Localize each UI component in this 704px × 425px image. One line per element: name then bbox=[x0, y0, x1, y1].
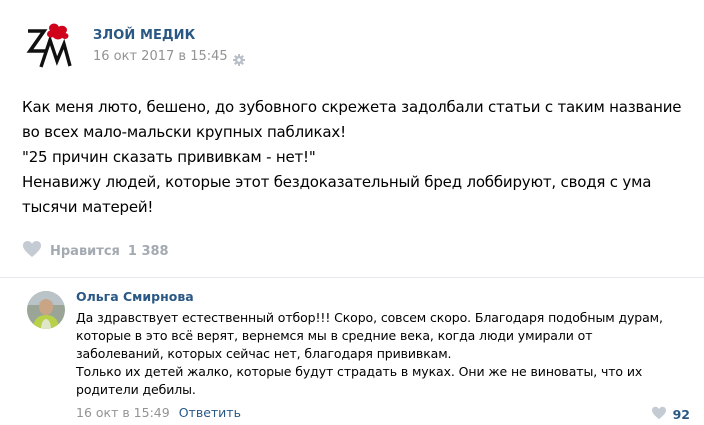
comment-like-count: 92 bbox=[672, 407, 690, 422]
heart-icon bbox=[651, 405, 667, 424]
comment-text: Да здравствует естественный отбор!!! Ско… bbox=[76, 309, 696, 399]
post-text: Как меня люто, бешено, до зубовного скре… bbox=[22, 95, 692, 220]
comment-text-line: родители дебилы. bbox=[76, 382, 196, 397]
post-author-name[interactable]: ЗЛОЙ МЕДИК bbox=[93, 28, 195, 43]
comment-text-line: которые в это всё верят, вернемся мы в с… bbox=[76, 328, 593, 343]
avatar[interactable] bbox=[27, 291, 65, 329]
zm-logo-icon bbox=[26, 23, 72, 68]
comment-text-line: Да здравствует естественный отбор!!! Ско… bbox=[76, 310, 663, 325]
post-meta: 16 окт 2017 в 15:45 bbox=[93, 49, 245, 66]
post-text-line: во всех мало-мальски крупных пабликах! bbox=[22, 123, 346, 141]
wall-post: ЗЛОЙ МЕДИК 16 окт 2017 в 15:45 Как меня … bbox=[0, 0, 704, 425]
post-text-line: "25 причин сказать прививкам - нет!" bbox=[22, 148, 316, 166]
post-text-line: Как меня люто, бешено, до зубовного скре… bbox=[22, 98, 682, 116]
comment-text-line: Только их детей жалко, которые будут стр… bbox=[76, 364, 643, 379]
gear-icon[interactable] bbox=[232, 51, 245, 66]
reply-button[interactable]: Ответить bbox=[179, 405, 241, 420]
comment-author-name[interactable]: Ольга Смирнова bbox=[76, 289, 194, 304]
post-text-line: тысячи матерей! bbox=[22, 198, 154, 216]
comment-meta: 16 окт в 15:49 Ответить bbox=[76, 405, 241, 420]
author-logo[interactable] bbox=[24, 20, 74, 70]
comment-text-line: заболеваний, которых сейчас нет, благода… bbox=[76, 346, 452, 361]
like-label: Нравится bbox=[50, 243, 120, 259]
comment-date[interactable]: 16 окт в 15:49 bbox=[76, 405, 170, 420]
divider bbox=[0, 277, 704, 278]
like-count: 1 388 bbox=[127, 243, 169, 259]
comment-like-button[interactable]: 92 bbox=[651, 405, 690, 424]
post-text-line: Ненавижу людей, которые этот бездоказате… bbox=[22, 173, 652, 191]
post-date[interactable]: 16 окт 2017 в 15:45 bbox=[93, 49, 228, 64]
like-button[interactable]: Нравится 1 388 bbox=[22, 240, 169, 262]
heart-icon bbox=[22, 240, 42, 262]
